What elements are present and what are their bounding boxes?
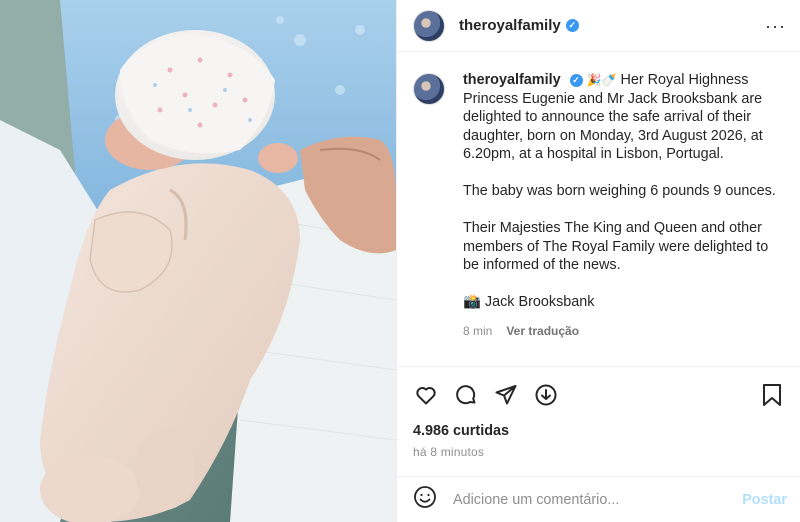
comment-input[interactable] xyxy=(453,491,723,508)
bookmark-icon[interactable] xyxy=(759,382,785,408)
verified-badge-icon: ✓ xyxy=(565,19,579,32)
caption-avatar[interactable] xyxy=(413,73,445,105)
post-panel: theroyalfamily ✓ ··· theroyalfamily ✓ 🎉🍼… xyxy=(396,0,800,522)
more-icon[interactable]: ··· xyxy=(765,17,786,35)
translate-link[interactable]: Ver tradução xyxy=(506,322,579,341)
caption: theroyalfamily ✓ 🎉🍼 Her Royal Highness P… xyxy=(463,71,785,365)
post-timestamp[interactable]: há 8 minutos xyxy=(413,445,484,459)
header-username[interactable]: theroyalfamily xyxy=(459,17,561,34)
post-button[interactable]: Postar xyxy=(742,492,787,508)
comment-icon[interactable] xyxy=(453,382,479,408)
post-header: theroyalfamily ✓ ··· xyxy=(397,0,800,52)
download-icon[interactable] xyxy=(533,382,559,408)
likes-count[interactable]: 4.986 curtidas xyxy=(413,423,509,439)
caption-username[interactable]: theroyalfamily xyxy=(463,72,561,88)
caption-meta: 8 min Ver tradução xyxy=(463,322,785,341)
action-bar xyxy=(397,366,800,422)
share-icon[interactable] xyxy=(493,382,519,408)
comment-bar: Postar xyxy=(397,476,800,522)
caption-age: 8 min xyxy=(463,324,493,338)
verified-badge-icon: ✓ xyxy=(569,73,583,87)
photo-credit: 📸 Jack Brooksbank xyxy=(463,294,595,310)
caption-emoji: 🎉🍼 xyxy=(586,73,617,87)
newborn-baby-photo xyxy=(0,0,396,522)
caption-section: theroyalfamily ✓ 🎉🍼 Her Royal Highness P… xyxy=(397,53,800,365)
heart-icon[interactable] xyxy=(413,382,439,408)
avatar[interactable] xyxy=(413,9,445,42)
smiley-icon[interactable] xyxy=(413,485,437,514)
caption-text-2: The baby was born weighing 6 pounds 9 ou… xyxy=(463,183,776,199)
post-photo[interactable] xyxy=(0,0,396,522)
caption-text-3: Their Majesties The King and Queen and o… xyxy=(463,220,769,273)
caption-paragraph-1: theroyalfamily ✓ 🎉🍼 Her Royal Highness P… xyxy=(463,71,785,164)
